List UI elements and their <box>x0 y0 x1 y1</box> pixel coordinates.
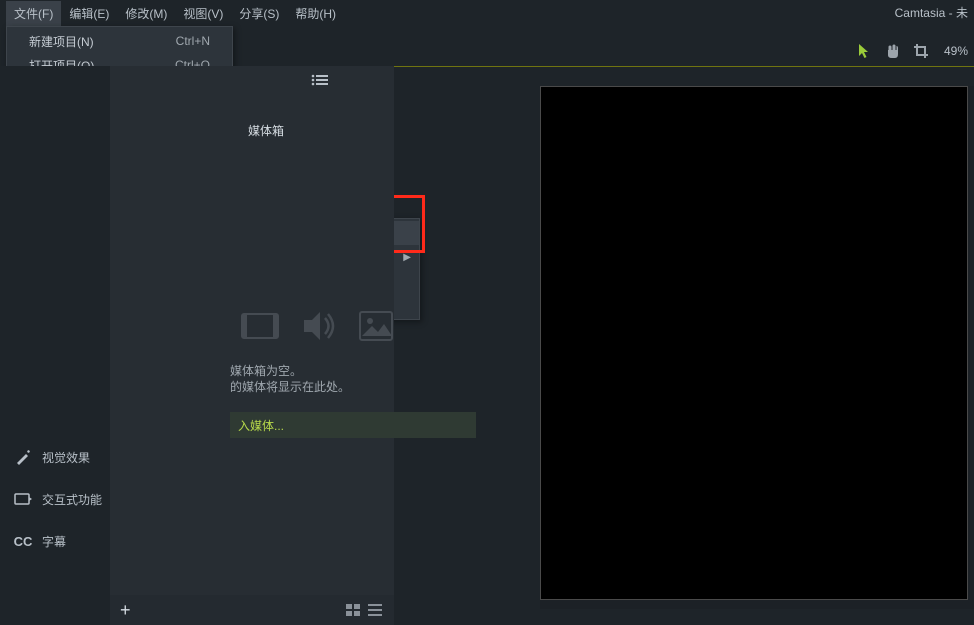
import-media-button[interactable]: 入媒体... <box>230 412 476 438</box>
menubar: 文件(F)编辑(E)修改(M)视图(V)分享(S)帮助(H) <box>0 0 974 26</box>
menubar-item[interactable]: 编辑(E) <box>61 1 117 26</box>
sidebar-label: 字幕 <box>42 533 66 550</box>
cursor-icon[interactable] <box>856 42 874 60</box>
hand-icon[interactable] <box>884 42 902 60</box>
list-view-tab-icon[interactable] <box>260 66 380 94</box>
image-icon <box>356 306 396 346</box>
menubar-item[interactable]: 视图(V) <box>175 1 231 26</box>
interact-icon <box>14 490 32 508</box>
add-media-button[interactable]: + <box>120 600 131 621</box>
sidebar-item-visual-effects[interactable]: 视觉效果 <box>0 436 110 478</box>
crop-icon[interactable] <box>912 42 930 60</box>
menubar-item[interactable]: 帮助(H) <box>287 1 344 26</box>
window-title: Camtasia - 未 <box>895 4 968 21</box>
import-btn-label: 入媒体... <box>238 417 284 434</box>
sidebar-label: 交互式功能 <box>42 491 102 508</box>
media-empty-text-1: 媒体箱为空。 <box>230 362 302 379</box>
list-view-icon[interactable] <box>366 602 384 618</box>
grid-view-icon[interactable] <box>344 602 362 618</box>
audio-icon <box>298 306 338 346</box>
zoom-level[interactable]: 49% <box>940 44 968 58</box>
panel-footer: + <box>110 595 394 625</box>
menubar-item[interactable]: 分享(S) <box>231 1 287 26</box>
sidebar-item-captions[interactable]: CC 字幕 <box>0 520 110 562</box>
menu-shortcut: Ctrl+N <box>176 34 210 48</box>
wand-icon <box>14 448 32 466</box>
video-icon <box>240 306 280 346</box>
sidebar-item-interactivity[interactable]: 交互式功能 <box>0 478 110 520</box>
menubar-item[interactable]: 修改(M) <box>117 1 175 26</box>
media-empty-text-2: 的媒体将显示在此处。 <box>230 378 350 395</box>
cc-icon: CC <box>14 532 32 550</box>
media-panel: 媒体箱 媒体箱为空。 的媒体将显示在此处。 入媒体... + <box>110 66 394 625</box>
preview-toolbar: 49% <box>856 36 974 66</box>
preview-canvas[interactable] <box>540 86 968 600</box>
sidebar-label: 视觉效果 <box>42 449 90 466</box>
sidebar: 视觉效果 交互式功能 CC 字幕 <box>0 66 110 625</box>
menubar-item[interactable]: 文件(F) <box>6 1 61 26</box>
panel-title: 媒体箱 <box>230 112 302 149</box>
menu-item-label: 新建项目(N) <box>29 33 94 50</box>
submenu-arrow-icon: ▶ <box>403 252 411 263</box>
menu-item[interactable]: 新建项目(N) Ctrl+N <box>7 29 232 53</box>
media-type-icons <box>240 306 396 346</box>
preview-area <box>540 86 974 609</box>
